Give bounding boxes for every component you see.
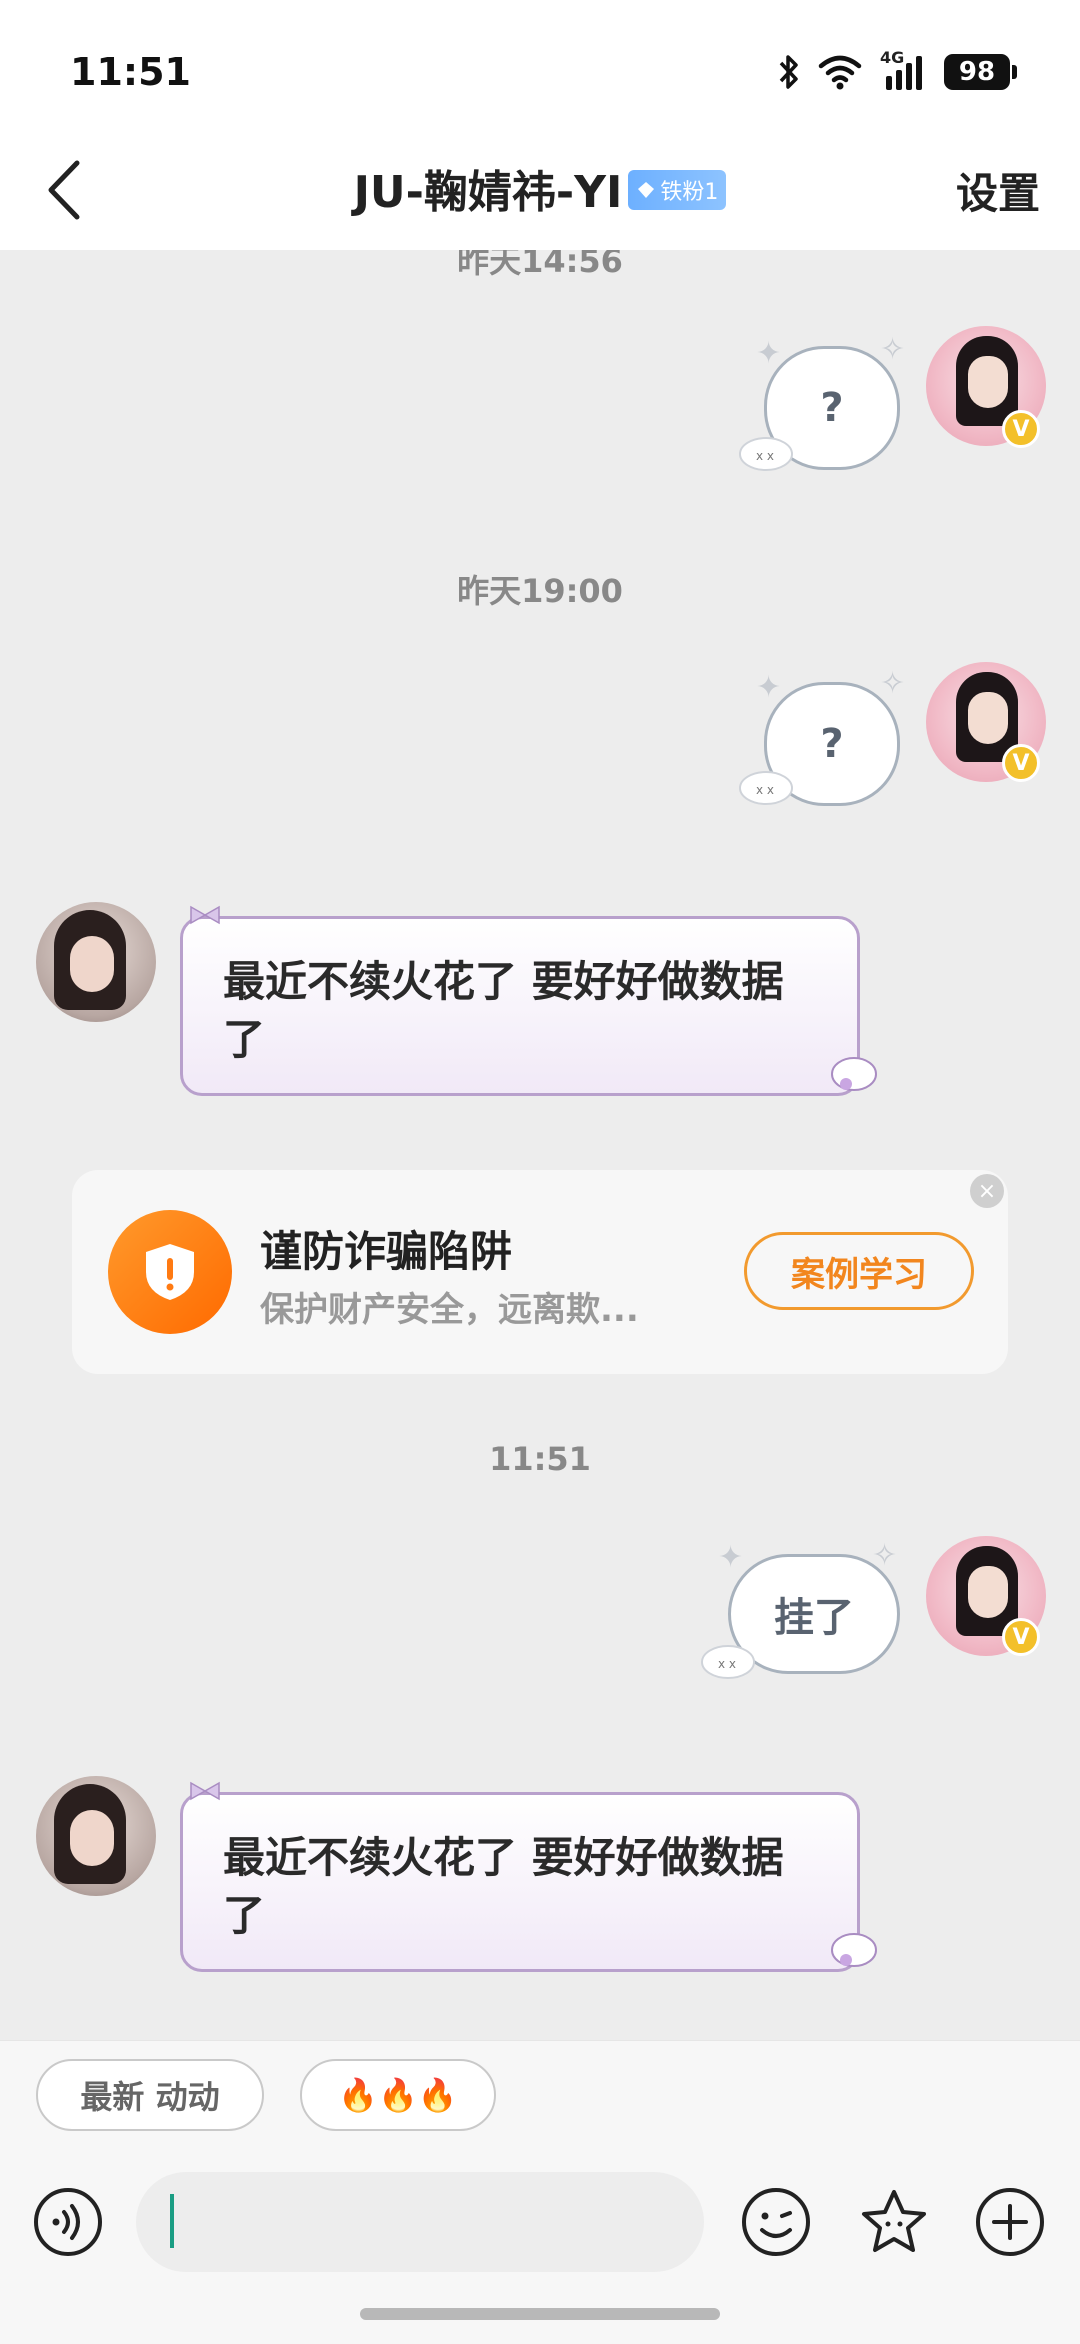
verified-badge: V	[1002, 1618, 1040, 1656]
sparkle-decoration-icon: ✦	[756, 336, 782, 371]
voice-button[interactable]	[32, 2186, 104, 2258]
ghost-sticker-icon: x x	[739, 771, 793, 805]
fraud-warning-card[interactable]: 谨防诈骗陷阱 保护财产安全，远离欺... 案例学习 ×	[72, 1170, 1008, 1374]
ghost-sticker-icon: x x	[701, 1645, 755, 1679]
svg-text:x x: x x	[718, 1657, 736, 1671]
title-area[interactable]: JU-鞠婧祎-YI 铁粉1	[0, 156, 1080, 220]
ghost-sticker-icon: x x	[739, 437, 793, 471]
verified-badge: V	[1002, 744, 1040, 782]
contact-avatar[interactable]	[36, 902, 156, 1022]
chat-header: JU-鞠婧祎-YI 铁粉1 设置	[0, 130, 1080, 250]
status-icons: 4G 98	[778, 48, 1017, 92]
message-bubble-incoming[interactable]: 最近不续火花了 要好好做数据了	[180, 905, 860, 1096]
home-indicator[interactable]	[360, 2308, 720, 2320]
status-bar: 11:51 4G 98	[0, 0, 1080, 130]
close-card-icon[interactable]: ×	[970, 1174, 1004, 1208]
timestamp: 昨天19:00	[457, 572, 623, 610]
fraud-card-title: 谨防诈骗陷阱	[260, 1227, 513, 1276]
message-text: 最近不续火花了 要好好做数据了	[223, 957, 784, 1064]
chat-area[interactable]: 昨天14:56 ✦ ✧ ? x x V 昨天19:00 ✦ ✧ ? x x V …	[0, 250, 1080, 2040]
sticker-button[interactable]	[858, 2186, 930, 2258]
bluetooth-icon	[779, 55, 798, 89]
quick-reply-row: 最新 动动 🔥🔥🔥	[0, 2040, 1080, 2150]
wifi-icon	[818, 55, 862, 90]
contact-avatar[interactable]	[36, 1776, 156, 1896]
case-study-button[interactable]: 案例学习	[744, 1232, 974, 1310]
star-decoration-icon: ✧	[880, 666, 906, 701]
message-text: 最近不续火花了 要好好做数据了	[223, 1833, 784, 1940]
bunny-sticker-icon	[831, 1933, 877, 1967]
svg-text:x x: x x	[756, 783, 774, 797]
timestamp: 昨天14:56	[457, 250, 623, 280]
contact-name: JU-鞠婧祎-YI	[353, 167, 623, 218]
message-bubble-incoming[interactable]: 最近不续火花了 要好好做数据了	[180, 1781, 860, 1972]
fan-badge-label: 铁粉1	[660, 180, 719, 205]
svg-text:x x: x x	[756, 449, 774, 463]
bow-decoration-icon	[190, 905, 220, 925]
emoji-icon	[742, 2188, 810, 2256]
sticker-star-icon	[862, 2190, 926, 2252]
shield-icon	[108, 1210, 232, 1334]
status-time: 11:51	[70, 50, 191, 94]
message-input[interactable]	[136, 2172, 704, 2272]
settings-button[interactable]: 设置	[956, 160, 1040, 221]
sparkle-decoration-icon: ✦	[756, 670, 782, 705]
signal-icon	[886, 56, 922, 90]
verified-badge: V	[1002, 410, 1040, 448]
fan-level-badge: 铁粉1	[628, 170, 727, 210]
voice-icon	[34, 2188, 102, 2256]
star-decoration-icon: ✧	[880, 332, 906, 367]
emoji-button[interactable]	[740, 2186, 812, 2258]
quick-reply-chip[interactable]: 🔥🔥🔥	[300, 2059, 496, 2131]
text-caret	[170, 2194, 174, 2248]
battery-indicator: 98	[944, 54, 1017, 90]
diamond-icon	[638, 182, 655, 198]
timestamp: 11:51	[489, 1440, 591, 1478]
fraud-card-subtitle: 保护财产安全，远离欺...	[260, 1290, 639, 1330]
bunny-sticker-icon	[831, 1057, 877, 1091]
cellular-signal: 4G	[880, 48, 926, 92]
sparkle-decoration-icon: ✦	[718, 1540, 744, 1575]
add-icon	[976, 2188, 1044, 2256]
more-button[interactable]	[974, 2186, 1046, 2258]
quick-reply-chip[interactable]: 最新 动动	[36, 2059, 264, 2131]
bow-decoration-icon	[190, 1781, 220, 1801]
